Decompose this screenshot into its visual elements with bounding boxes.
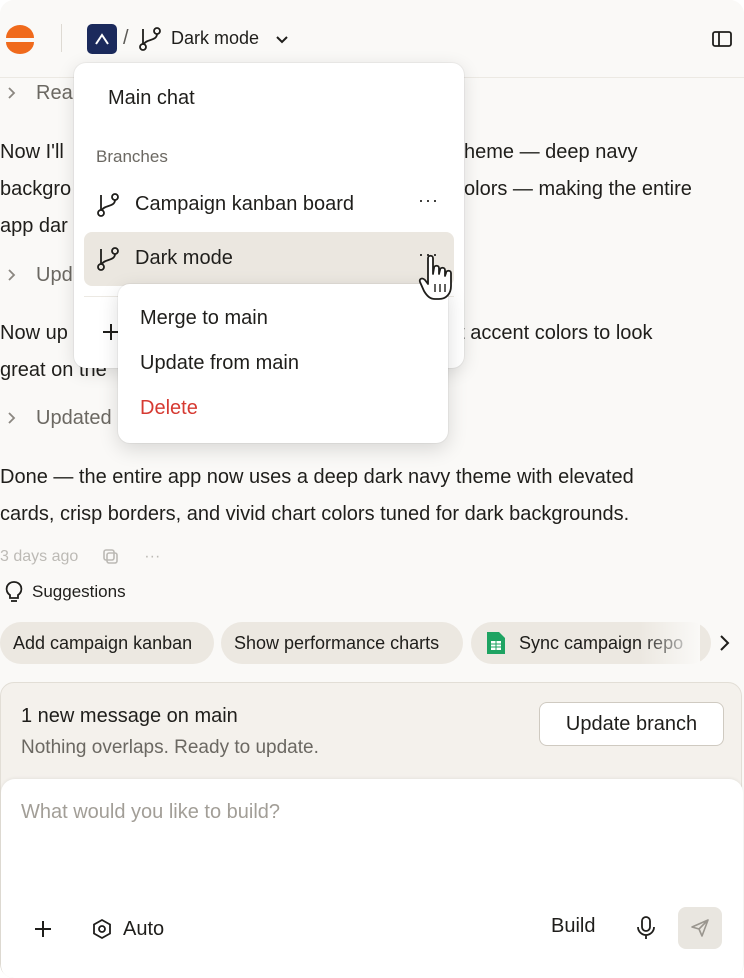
header-divider [61,24,62,52]
copy-icon[interactable] [102,548,120,566]
project-icon[interactable] [87,24,117,54]
chevron-right-icon [0,411,24,425]
message-text: Done — the entire app now uses a deep da… [0,466,634,525]
chevron-right-icon[interactable] [712,632,736,654]
mode-selector[interactable]: Auto [91,913,164,945]
app-logo-icon[interactable] [4,24,36,54]
branch-item[interactable]: Campaign kanban board ··· [84,178,454,232]
update-subtitle: Nothing overlaps. Ready to update. [21,737,319,758]
prompt-input[interactable] [21,797,711,827]
collapsed-step[interactable]: Updated [0,403,112,433]
message-text-right: nt accent colors to look [448,322,653,344]
collapsed-step[interactable]: Upd [0,260,73,290]
merge-to-main-item[interactable]: Merge to main [140,307,268,330]
branch-label: Dark mode [135,247,233,269]
send-button[interactable] [678,907,722,949]
update-panel: 1 new message on main Nothing overlaps. … [0,682,743,978]
branch-context-menu: Merge to main Update from main Delete [118,284,448,443]
git-branch-icon [97,193,119,217]
chevron-right-icon [0,86,24,100]
current-branch-label[interactable]: Dark mode [171,28,259,49]
spreadsheet-icon [487,632,505,654]
collapsed-step-label: Rea [36,81,73,104]
lightbulb-icon [5,581,23,602]
breadcrumb-separator: / [123,27,129,49]
more-icon[interactable]: ··· [418,190,442,210]
update-branch-button[interactable]: Update branch [539,702,724,746]
chevron-right-icon [0,268,24,282]
suggestion-chip[interactable]: Show performance charts [221,622,463,664]
timestamp: 3 days ago [0,548,79,565]
build-button[interactable]: Build [551,915,595,938]
sidebar-toggle-icon[interactable] [710,28,734,50]
update-title: 1 new message on main [21,705,238,727]
branch-label: Campaign kanban board [135,193,355,215]
app-window: / Dark mode Rea Now I'll backgro app dar [0,0,744,978]
more-icon[interactable]: ··· [144,548,160,566]
git-branch-icon [97,247,119,271]
hand-cursor-icon [418,254,452,300]
git-branch-icon [139,27,161,51]
suggestion-chips: Add campaign kanban Show performance cha… [0,622,744,664]
message-text-right: heme — deep navy olors — making the enti… [464,141,692,200]
plus-icon[interactable] [31,917,55,941]
caret-up-icon [95,33,109,45]
message-meta: 3 days ago ··· [0,548,160,566]
collapsed-step-label: Upd [36,263,73,286]
delete-branch-item[interactable]: Delete [140,397,198,420]
update-from-main-item[interactable]: Update from main [140,352,299,375]
composer: Auto Build [1,779,743,978]
suggestions-heading: Suggestions [4,580,126,604]
hexagon-icon [93,918,111,940]
send-icon [691,919,709,937]
microphone-icon[interactable] [634,915,658,941]
collapsed-step-label: Updated [36,406,112,429]
branch-item-active[interactable]: Dark mode ··· [84,232,454,286]
suggestion-chip[interactable]: Add campaign kanban [0,622,214,664]
collapsed-step[interactable]: Rea [0,78,73,108]
main-chat-item[interactable]: Main chat [108,87,195,110]
chevron-down-icon[interactable] [274,31,290,47]
branches-section-label: Branches [96,147,168,166]
chip-fade-overlay [640,622,700,664]
